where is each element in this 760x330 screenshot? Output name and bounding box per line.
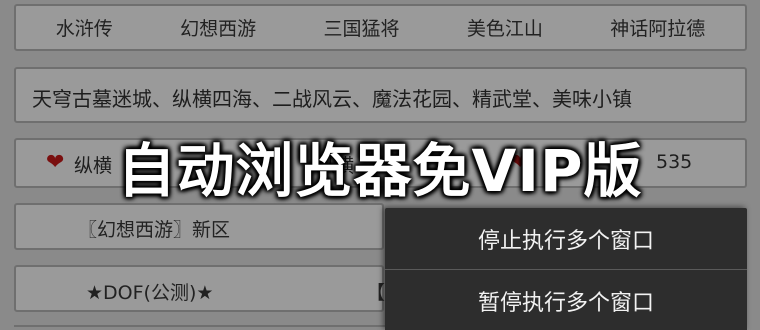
overlay-title: 自动浏览器免VIP版 — [117, 137, 643, 205]
zone-link[interactable]: 〖幻想西游〗新区 — [78, 215, 230, 242]
game-link-meise-jiangshan[interactable]: 美色江山 — [467, 14, 543, 41]
game-list-box: 天穹古墓迷城、纵横四海、二战风云、魔法花园、精武堂、美味小镇 — [14, 67, 747, 123]
zone-link-box: 〖幻想西游〗新区 — [14, 203, 384, 250]
dof-link[interactable]: ★DOF(公测)★ — [86, 278, 213, 305]
game-category-bar: 水浒传 幻想西游 三国猛将 美色江山 神话阿拉德 — [14, 4, 747, 51]
game-list-text[interactable]: 天穹古墓迷城、纵横四海、二战风云、魔法花园、精武堂、美味小镇 — [32, 83, 632, 112]
context-menu: 停止执行多个窗口 暂停执行多个窗口 — [385, 208, 747, 330]
game-link-huanxiang-xiyou[interactable]: 幻想西游 — [180, 14, 256, 41]
menu-item-pause-multi-window[interactable]: 暂停执行多个窗口 — [385, 270, 747, 330]
dof-link-box: ★DOF(公测)★ — [14, 265, 384, 312]
game-link-shuihuzhuan[interactable]: 水浒传 — [56, 14, 113, 41]
menu-item-stop-multi-window[interactable]: 停止执行多个窗口 — [385, 208, 747, 269]
game-link-shenhua-aladi[interactable]: 神话阿拉德 — [610, 14, 705, 41]
game-link-sanguo-mengjiang[interactable]: 三国猛将 — [323, 14, 399, 41]
game-category-row: 水浒传 幻想西游 三国猛将 美色江山 神话阿拉德 — [16, 6, 745, 49]
partial-link-bracket[interactable]: 【 — [366, 278, 385, 305]
